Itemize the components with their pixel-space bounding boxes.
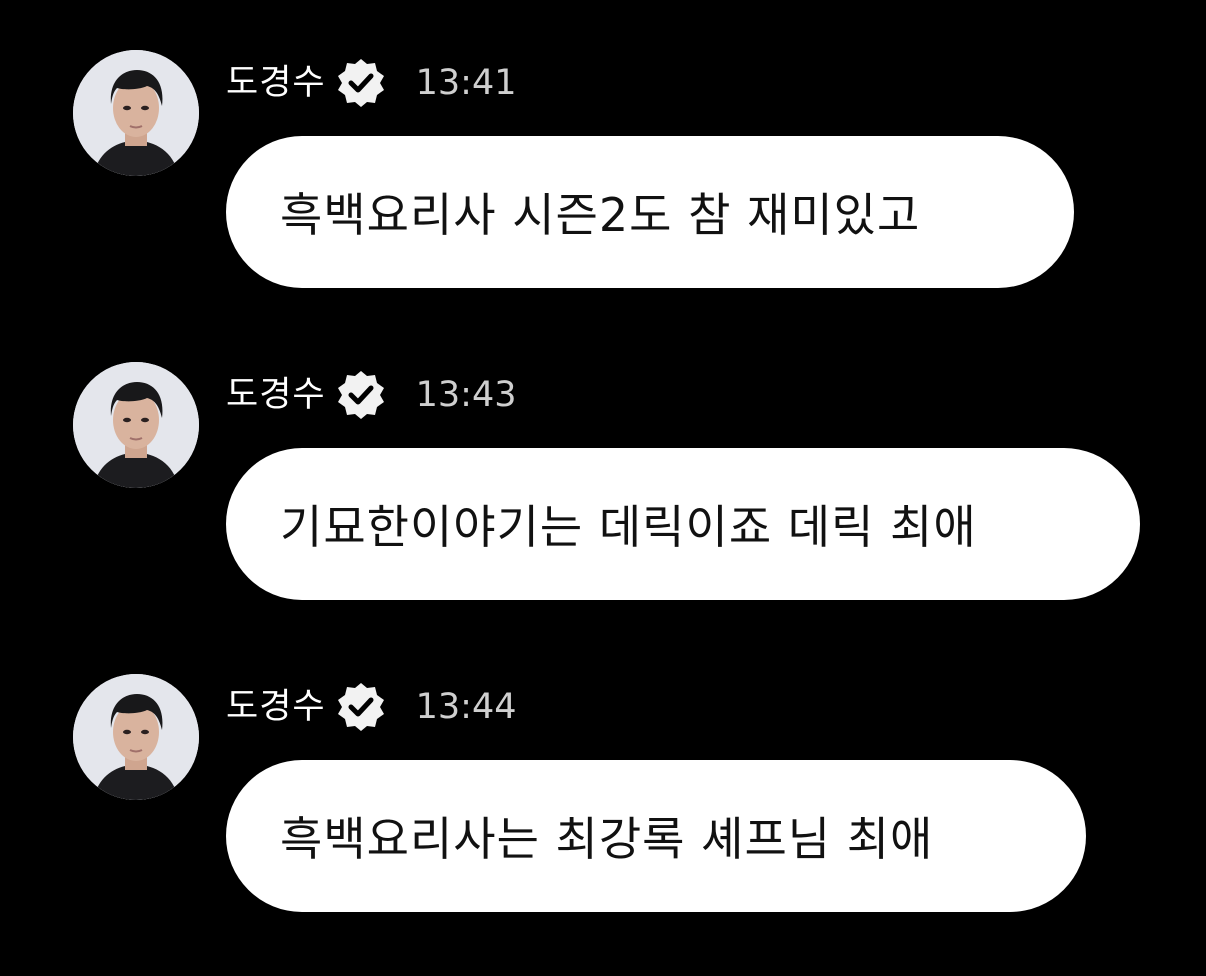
message-header: 도경수 13:41 — [226, 54, 516, 112]
profile-photo-icon — [73, 362, 199, 488]
profile-photo-icon — [73, 674, 199, 800]
message-bubble[interactable]: 흑백요리사는 최강록 셰프님 최애 — [226, 760, 1086, 912]
chat-message: 도경수 13:41 흑백요리사 시즌2도 참 재미있고 — [0, 50, 1206, 310]
avatar[interactable] — [73, 674, 199, 800]
sender-name[interactable]: 도경수 — [226, 54, 326, 112]
verified-badge-icon — [334, 56, 388, 110]
chat-message: 도경수 13:43 기묘한이야기는 데릭이죠 데릭 최애 — [0, 362, 1206, 622]
message-timestamp: 13:44 — [415, 687, 517, 727]
avatar[interactable] — [73, 362, 199, 488]
sender-name[interactable]: 도경수 — [226, 366, 326, 424]
message-header: 도경수 13:43 — [226, 366, 516, 424]
message-bubble[interactable]: 기묘한이야기는 데릭이죠 데릭 최애 — [226, 448, 1140, 600]
chat-message: 도경수 13:44 흑백요리사는 최강록 셰프님 최애 — [0, 674, 1206, 934]
verified-badge-icon — [334, 680, 388, 734]
sender-name[interactable]: 도경수 — [226, 678, 326, 736]
avatar[interactable] — [73, 50, 199, 176]
message-bubble[interactable]: 흑백요리사 시즌2도 참 재미있고 — [226, 136, 1074, 288]
message-timestamp: 13:41 — [415, 63, 517, 103]
message-timestamp: 13:43 — [415, 375, 517, 415]
message-header: 도경수 13:44 — [226, 678, 516, 736]
verified-badge-icon — [334, 368, 388, 422]
profile-photo-icon — [73, 50, 199, 176]
